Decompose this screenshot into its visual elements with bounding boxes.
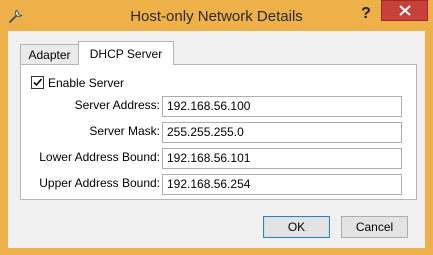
cancel-button[interactable]: Cancel xyxy=(341,216,408,238)
dialog-window: Host-only Network Details ? Adapter DHCP… xyxy=(0,0,433,255)
dialog-client-area: Adapter DHCP Server Enable Server Server… xyxy=(8,31,425,248)
title-bar[interactable]: Host-only Network Details ? xyxy=(0,0,433,31)
upper-address-bound-label: Upper Address Bound: xyxy=(39,176,160,190)
server-address-label: Server Address: xyxy=(74,98,160,112)
enable-server-label: Enable Server xyxy=(48,76,125,90)
ok-button[interactable]: OK xyxy=(263,216,330,238)
enable-server-checkbox[interactable] xyxy=(31,76,44,89)
checkmark-icon xyxy=(33,78,43,87)
server-mask-input[interactable]: 255.255.255.0 xyxy=(162,122,402,143)
close-button[interactable] xyxy=(381,0,428,21)
lower-address-bound-label: Lower Address Bound: xyxy=(39,150,160,164)
dhcp-server-panel: Enable Server Server Address: 192.168.56… xyxy=(20,64,417,200)
server-mask-label: Server Mask: xyxy=(89,124,160,138)
close-icon xyxy=(399,5,411,16)
lower-address-bound-input[interactable]: 192.168.56.101 xyxy=(162,148,402,169)
help-button[interactable]: ? xyxy=(353,3,379,25)
tab-adapter[interactable]: Adapter xyxy=(20,44,79,64)
server-address-input[interactable]: 192.168.56.100 xyxy=(162,96,402,117)
tab-dhcp-server[interactable]: DHCP Server xyxy=(78,41,174,65)
upper-address-bound-input[interactable]: 192.168.56.254 xyxy=(162,174,402,195)
